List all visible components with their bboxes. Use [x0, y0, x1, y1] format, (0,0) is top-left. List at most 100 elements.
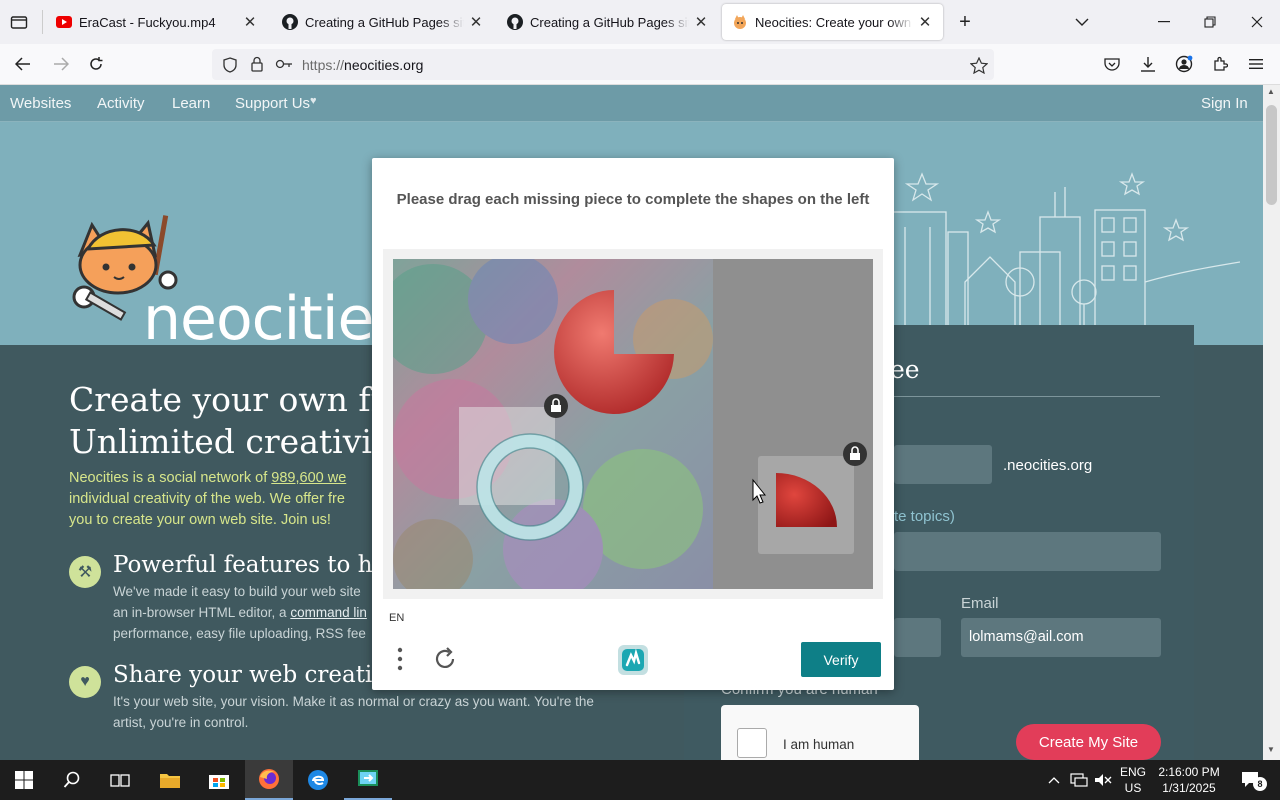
intro-text: Neocities is a social network of — [69, 470, 272, 486]
close-tab-icon[interactable]: ✕ — [242, 13, 258, 31]
start-windows-icon[interactable] — [0, 760, 48, 800]
page-scrollbar[interactable]: ▲ ▼ — [1263, 85, 1280, 760]
file-explorer-icon[interactable] — [146, 760, 194, 800]
site-name-input[interactable] — [894, 445, 992, 484]
scroll-up-icon[interactable]: ▲ — [1267, 87, 1275, 96]
site-count-link[interactable]: 989,600 we — [271, 470, 346, 486]
intro-line-3: you to create your own web site. Join us… — [69, 512, 331, 528]
tab-list-icon[interactable] — [8, 12, 30, 32]
account-icon[interactable] — [1173, 54, 1195, 74]
search-icon[interactable] — [48, 760, 96, 800]
neocities-icon — [732, 14, 748, 30]
close-tab-icon[interactable]: ✕ — [917, 13, 933, 31]
close-tab-icon[interactable]: ✕ — [468, 13, 484, 31]
tab-neocities[interactable]: Neocities: Create your own free website!… — [722, 4, 943, 40]
new-tab-icon[interactable]: + — [954, 11, 976, 33]
nav-learn[interactable]: Learn — [172, 95, 210, 112]
nav-support-us[interactable]: Support Us♥ — [235, 95, 317, 112]
browser-toolbar: https://neocities.org — [0, 44, 1280, 85]
tab-github-2[interactable]: Creating a GitHub Pages site - GitHub Do… — [497, 4, 719, 40]
pocket-icon[interactable] — [1101, 54, 1123, 74]
volume-muted-icon[interactable] — [1091, 760, 1115, 800]
human-label: I am human — [783, 737, 855, 752]
hcaptcha-widget[interactable]: I am human — [721, 705, 919, 760]
menu-icon[interactable] — [1245, 54, 1267, 74]
headline-line-2: Unlimited creativity — [69, 422, 404, 461]
topics-link[interactable]: te topics) — [894, 508, 955, 525]
shield-icon[interactable] — [221, 56, 239, 74]
scroll-thumb[interactable] — [1266, 105, 1277, 205]
permissions-icon[interactable] — [274, 55, 294, 73]
task-view-icon[interactable] — [96, 760, 144, 800]
address-bar[interactable]: https://neocities.org — [212, 49, 994, 80]
email-input[interactable]: lolmams@ail.com — [961, 618, 1161, 657]
url-text[interactable]: https://neocities.org — [302, 57, 423, 73]
close-tab-icon[interactable]: ✕ — [693, 13, 709, 31]
domain-suffix: .neocities.org — [1003, 457, 1093, 474]
email-label: Email — [961, 595, 999, 612]
browser-tab-bar: EraCast - Fuckyou.mp4 ✕ Creating a GitHu… — [0, 0, 1280, 44]
minimize-icon[interactable] — [1152, 12, 1176, 32]
nav-activity[interactable]: Activity — [97, 95, 145, 112]
command-line-link[interactable]: command lin — [290, 605, 367, 620]
more-options-icon[interactable] — [394, 646, 406, 674]
language-selector[interactable]: EN — [389, 612, 404, 624]
verify-button[interactable]: Verify — [801, 642, 881, 677]
feature-1-title: Powerful features to hel — [113, 552, 394, 578]
action-center-icon[interactable]: 8 — [1236, 760, 1267, 800]
notification-count: 8 — [1253, 777, 1267, 791]
scroll-down-icon[interactable]: ▼ — [1267, 745, 1275, 754]
input-language[interactable]: ENG US — [1117, 764, 1149, 796]
puzzle-frame — [383, 249, 883, 599]
headline-line-1: Create your own fre — [69, 380, 406, 419]
feature-2-title: Share your web creation — [113, 662, 401, 688]
signup-heading: ee — [890, 355, 920, 384]
nav-support-label: Support Us — [235, 95, 311, 112]
windows-taskbar: ENG US 2:16:00 PM 1/31/2025 8 — [0, 760, 1280, 800]
hammer-icon: ⚒ — [69, 556, 101, 588]
lang-code: ENG — [1119, 765, 1146, 779]
clock[interactable]: 2:16:00 PM 1/31/2025 — [1154, 764, 1224, 796]
bookmark-star-icon[interactable] — [969, 55, 989, 75]
tab-github-1[interactable]: Creating a GitHub Pages site - GitHub Do… — [272, 4, 494, 40]
reload-icon[interactable] — [85, 54, 107, 74]
feature-2-line-2: artist, you're in control. — [113, 715, 249, 730]
github-icon — [507, 14, 523, 30]
back-icon[interactable] — [12, 54, 34, 74]
human-checkbox[interactable] — [737, 728, 767, 758]
nav-websites[interactable]: Websites — [10, 95, 71, 112]
password-input[interactable] — [894, 618, 941, 657]
tab-eracast[interactable]: EraCast - Fuckyou.mp4 ✕ — [46, 4, 268, 40]
remote-desktop-icon[interactable] — [344, 760, 392, 800]
puzzle-canvas[interactable] — [393, 259, 873, 589]
logo-text: neocities — [143, 284, 405, 354]
youtube-icon — [56, 14, 72, 30]
tab-title: Neocities: Create your own free website! — [755, 14, 913, 30]
site-nav: Websites Activity Learn Support Us♥ Sign… — [0, 85, 1263, 122]
challenge-prompt: Please drag each missing piece to comple… — [396, 191, 870, 208]
tags-input[interactable] — [894, 532, 1161, 571]
restore-icon[interactable] — [1198, 12, 1222, 32]
feature-1-text: an in-browser HTML editor, a — [113, 605, 291, 620]
firefox-icon[interactable] — [245, 760, 293, 800]
edge-icon[interactable] — [294, 760, 342, 800]
store-icon[interactable] — [195, 760, 243, 800]
close-window-icon[interactable] — [1245, 12, 1269, 32]
chevron-down-icon[interactable] — [1072, 12, 1092, 32]
lock-icon — [544, 394, 568, 418]
region-code: US — [1124, 781, 1142, 795]
show-hidden-icons-icon[interactable] — [1042, 760, 1066, 800]
intro-line-1: Neocities is a social network of 989,600… — [69, 468, 346, 489]
forward-icon[interactable] — [50, 54, 72, 74]
feature-2-line-1: It's your web site, your vision. Make it… — [113, 694, 594, 709]
extensions-icon[interactable] — [1209, 54, 1231, 74]
nav-sign-in[interactable]: Sign In — [1201, 95, 1248, 112]
create-site-button[interactable]: Create My Site — [1016, 724, 1161, 760]
github-icon — [282, 14, 298, 30]
refresh-icon[interactable] — [432, 646, 458, 672]
feature-1-line-3: performance, easy file uploading, RSS fe… — [113, 626, 366, 641]
network-icon[interactable] — [1067, 760, 1091, 800]
hcaptcha-challenge-dialog: Please drag each missing piece to comple… — [372, 158, 894, 690]
lock-icon[interactable] — [248, 55, 266, 73]
download-icon[interactable] — [1137, 54, 1159, 74]
